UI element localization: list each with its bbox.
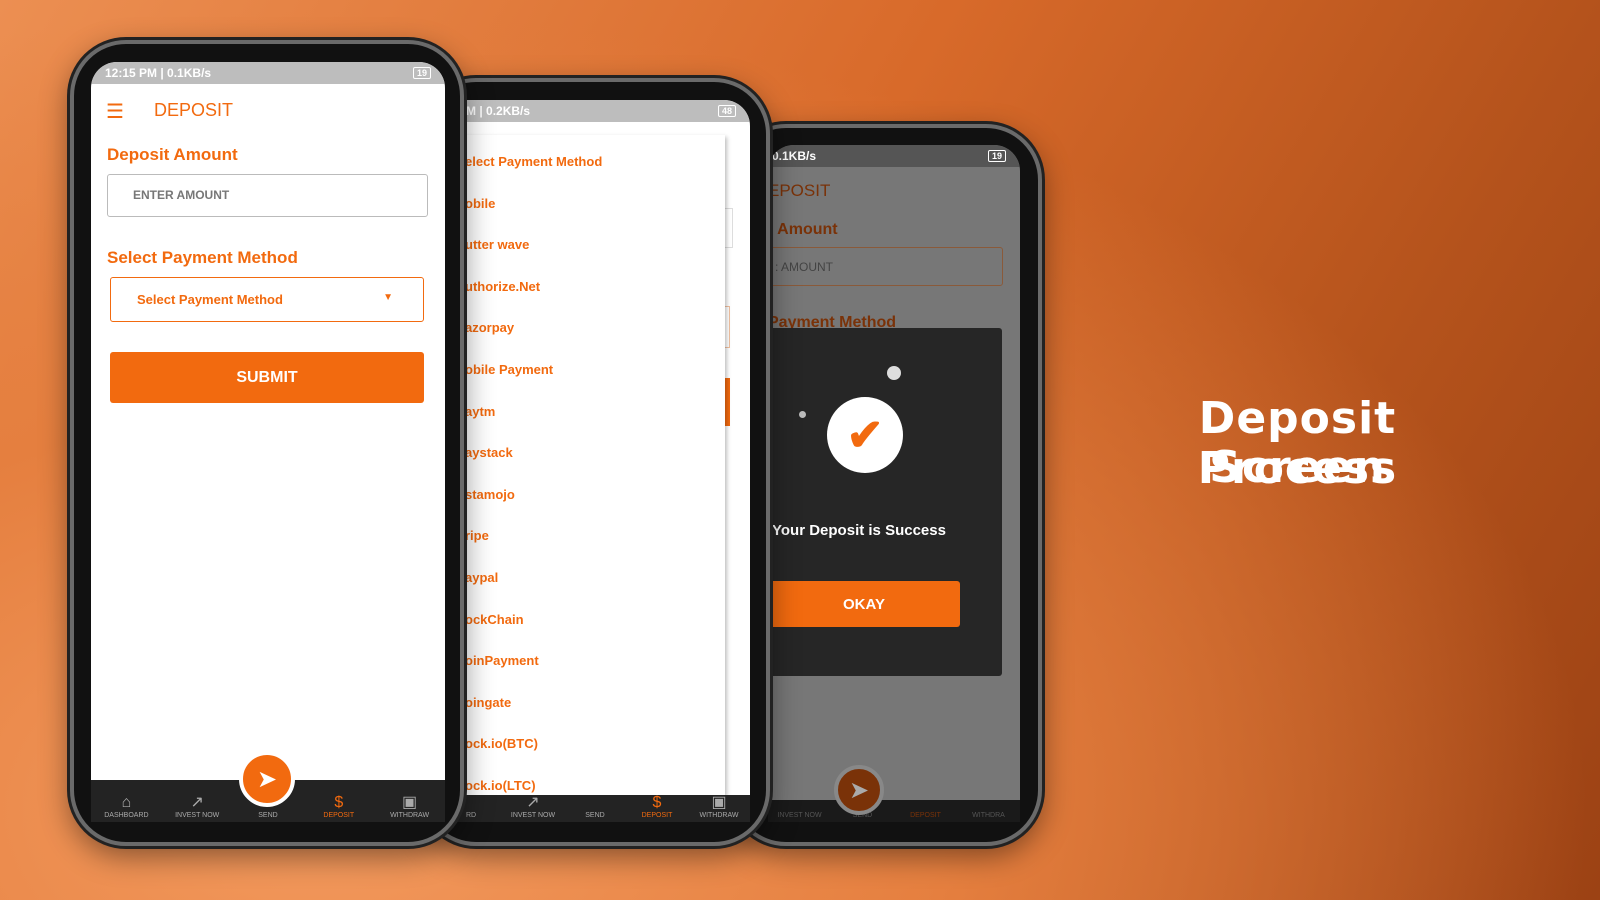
payment-option[interactable]: ock.io(LTC) [465, 778, 536, 793]
status-text: M | 0.2KB/s [466, 104, 531, 118]
okay-button[interactable]: OKAY [768, 581, 960, 627]
trend-icon: ↗ [190, 794, 204, 811]
payment-method-dropdown[interactable]: Select Payment Method ▼ [110, 277, 424, 322]
nav-withdraw[interactable]: WITHDRA [959, 812, 1019, 819]
dollar-icon: $ [334, 794, 344, 811]
payment-option[interactable]: obile Payment [465, 362, 553, 377]
amount-label: : Amount [768, 221, 838, 238]
wallet-icon: ▣ [711, 794, 727, 811]
payment-option[interactable]: aystack [465, 445, 513, 460]
trend-icon: ↗ [526, 794, 540, 811]
payment-option[interactable]: utter wave [465, 237, 529, 252]
dollar-icon: $ [652, 794, 662, 811]
status-text: 12:15 PM | 0.1KB/s [105, 66, 212, 80]
phone-2-screen: M | 0.2KB/s 48 elect Payment Method obile u… [440, 100, 750, 822]
confetti-dot [799, 411, 806, 418]
home-icon: ⌂ [121, 794, 132, 811]
chevron-down-icon: ▼ [383, 292, 393, 303]
nav-invest[interactable]: ↗ INVEST NOW [167, 794, 227, 819]
status-bar: 0.1KB/s 19 [768, 145, 1020, 167]
nav-deposit[interactable]: $ DEPOSIT [309, 794, 369, 819]
nav-send[interactable]: SEND [238, 812, 298, 819]
payment-option[interactable]: ockChain [465, 612, 524, 627]
check-circle-icon: ✔ [827, 397, 903, 473]
amount-input[interactable]: ENTER AMOUNT [107, 174, 428, 217]
payment-option[interactable]: elect Payment Method [465, 154, 602, 169]
dialog-message: Your Deposit is Success [772, 522, 946, 539]
payment-option[interactable]: ripe [465, 528, 489, 543]
amount-label: Deposit Amount [107, 145, 238, 164]
payment-option[interactable]: oinPayment [465, 653, 539, 668]
hamburger-icon[interactable]: ☰ [106, 99, 124, 124]
status-text: 0.1KB/s [772, 149, 817, 163]
nav-withdraw[interactable]: ▣ WITHDRAW [380, 794, 440, 819]
status-bar: 12:15 PM | 0.1KB/s 19 [91, 62, 445, 84]
payment-option[interactable]: obile [465, 196, 495, 211]
nav-invest[interactable]: ↗ INVEST NOW [503, 794, 563, 819]
page-title: DEPOSIT [154, 100, 234, 120]
amount-input: : AMOUNT [768, 247, 1003, 286]
success-dialog: ✔ Your Deposit is Success OKAY [768, 328, 1002, 676]
nav-invest[interactable]: INVEST NOW [770, 812, 830, 819]
phone-1-screen: 12:15 PM | 0.1KB/s 19 ☰ DEPOSIT Deposit A… [91, 62, 445, 822]
payment-option[interactable]: oingate [465, 695, 511, 710]
bottom-nav: RD ↗ INVEST NOW SEND $ DEPOSIT ▣ WITHDRAW [440, 794, 750, 822]
nav-deposit[interactable]: $ DEPOSIT [627, 794, 687, 819]
battery-icon: 48 [717, 105, 736, 117]
payment-option[interactable]: stamojo [465, 487, 515, 502]
send-icon[interactable]: ➤ [834, 765, 884, 815]
method-label: Select Payment Method [107, 248, 298, 267]
page-title: EPOSIT [768, 181, 831, 200]
battery-icon: 19 [987, 150, 1006, 162]
payment-option[interactable]: aytm [465, 404, 495, 419]
payment-method-list: elect Payment Method obile utter wave uthor… [440, 135, 725, 795]
phone-3-screen: 0.1KB/s 19 EPOSIT : Amount : AMOUNT Payme… [768, 145, 1020, 822]
payment-option[interactable]: ock.io(BTC) [465, 736, 538, 751]
battery-icon: 19 [412, 67, 431, 79]
nav-send[interactable]: SEND [565, 812, 625, 819]
nav-dashboard[interactable]: ⌂ DASHBOARD [96, 794, 156, 819]
submit-button[interactable]: SUBMIT [110, 352, 424, 403]
status-bar: M | 0.2KB/s 48 [440, 100, 750, 122]
amount-placeholder: : AMOUNT [775, 260, 834, 274]
dropdown-value: Select Payment Method [137, 292, 283, 307]
confetti-dot [887, 366, 901, 380]
send-icon[interactable]: ➤ [239, 751, 295, 807]
headline-line-2: Screen [1209, 442, 1386, 493]
nav-withdraw[interactable]: ▣ WITHDRAW [689, 794, 749, 819]
payment-option[interactable]: uthorize.Net [465, 279, 540, 294]
bottom-nav: INVEST NOW SEND DEPOSIT WITHDRA [768, 800, 1020, 822]
payment-option[interactable]: azorpay [465, 320, 514, 335]
amount-placeholder: ENTER AMOUNT [133, 188, 230, 202]
wallet-icon: ▣ [402, 794, 418, 811]
nav-deposit[interactable]: DEPOSIT [896, 812, 956, 819]
payment-option[interactable]: aypal [465, 570, 498, 585]
